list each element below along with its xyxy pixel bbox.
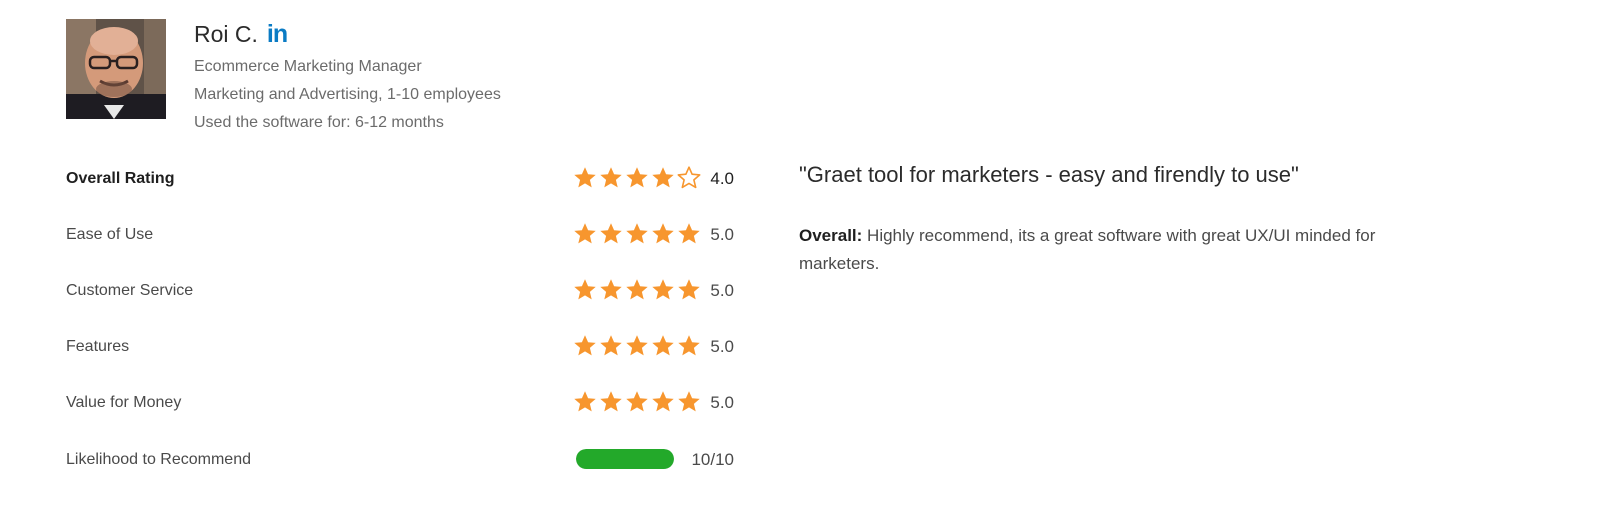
- rating-label: Ease of Use: [66, 226, 154, 243]
- reviewer-usage-duration: Used the software for: 6-12 months: [194, 114, 444, 131]
- star-rating: [572, 221, 702, 247]
- recommend-bar: [576, 449, 674, 469]
- star-filled-icon: [574, 335, 596, 356]
- star-filled-icon: [600, 223, 622, 244]
- star-filled-icon: [574, 391, 596, 412]
- reviewer-job-title: Ecommerce Marketing Manager: [194, 58, 422, 75]
- rating-row-overall: Overall Rating 4.0: [66, 165, 736, 195]
- rating-value: 4.0: [710, 169, 734, 188]
- rating-row-features: Features 5.0: [66, 333, 736, 363]
- recommend-bar-fill: [576, 449, 674, 469]
- review-title: "Graet tool for marketers - easy and fir…: [799, 162, 1299, 187]
- rating-value: 5.0: [710, 337, 734, 356]
- rating-value: 5.0: [710, 281, 734, 300]
- star-filled-icon: [652, 223, 674, 244]
- star-filled-icon: [574, 223, 596, 244]
- review-card: Roi C. in Ecommerce Marketing Manager Ma…: [0, 0, 1600, 530]
- review-body: Overall: Highly recommend, its a great s…: [799, 222, 1459, 278]
- star-filled-icon: [626, 335, 648, 356]
- star-filled-icon: [600, 167, 622, 188]
- rating-row-value-for-money: Value for Money 5.0: [66, 389, 736, 419]
- rating-label: Value for Money: [66, 394, 182, 411]
- avatar: [66, 19, 166, 119]
- star-filled-icon: [652, 335, 674, 356]
- rating-label: Overall Rating: [66, 170, 175, 187]
- reviewer-name-row: Roi C. in: [194, 18, 288, 50]
- star-filled-icon: [626, 223, 648, 244]
- rating-label: Likelihood to Recommend: [66, 451, 251, 468]
- star-filled-icon: [600, 279, 622, 300]
- star-filled-icon: [626, 167, 648, 188]
- rating-value: 10/10: [691, 450, 734, 469]
- linkedin-icon[interactable]: in: [267, 20, 288, 48]
- star-filled-icon: [600, 391, 622, 412]
- review-overall-text: Highly recommend, its a great software w…: [799, 226, 1376, 273]
- rating-row-likelihood-to-recommend: Likelihood to Recommend 10/10: [66, 446, 736, 476]
- star-filled-icon: [652, 391, 674, 412]
- rating-row-customer-service: Customer Service 5.0: [66, 277, 736, 307]
- reviewer-industry: Marketing and Advertising, 1-10 employee…: [194, 86, 501, 103]
- star-filled-icon: [678, 279, 700, 300]
- rating-value: 5.0: [710, 393, 734, 412]
- star-filled-icon: [574, 167, 596, 188]
- star-filled-icon: [652, 167, 674, 188]
- star-rating: [572, 333, 702, 359]
- star-filled-icon: [574, 279, 596, 300]
- rating-label: Features: [66, 338, 130, 355]
- star-filled-icon: [600, 335, 622, 356]
- star-empty-icon: [677, 166, 701, 189]
- star-filled-icon: [678, 335, 700, 356]
- rating-row-ease-of-use: Ease of Use 5.0: [66, 221, 736, 251]
- star-rating: [572, 277, 702, 303]
- star-filled-icon: [626, 391, 648, 412]
- rating-value: 5.0: [710, 225, 734, 244]
- rating-label: Customer Service: [66, 282, 194, 299]
- star-filled-icon: [678, 223, 700, 244]
- reviewer-name: Roi C.: [194, 21, 258, 47]
- star-rating: [572, 165, 702, 191]
- star-filled-icon: [626, 279, 648, 300]
- star-rating: [572, 389, 702, 415]
- review-overall-label: Overall:: [799, 226, 863, 245]
- star-filled-icon: [652, 279, 674, 300]
- star-filled-icon: [678, 391, 700, 412]
